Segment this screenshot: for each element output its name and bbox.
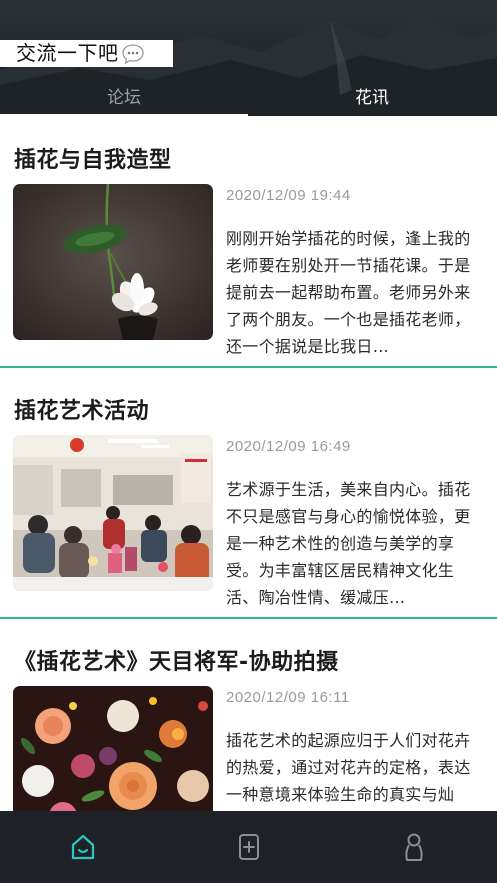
home-icon[interactable] bbox=[70, 833, 96, 861]
article-thumbnail[interactable] bbox=[13, 435, 213, 591]
title-box: 交流一下吧 bbox=[0, 40, 173, 67]
tab-forum[interactable]: 论坛 bbox=[0, 82, 248, 116]
article-date: 2020/12/09 16:49 bbox=[226, 438, 351, 455]
bottom-navigation bbox=[0, 811, 497, 883]
header: 交流一下吧 论坛 花讯 bbox=[0, 0, 497, 116]
profile-icon[interactable] bbox=[403, 832, 425, 862]
article-thumbnail[interactable] bbox=[13, 184, 213, 340]
divider bbox=[0, 617, 497, 619]
article-excerpt: 刚刚开始学插花的时候，逢上我的老师要在别处开一节插花课。于是提前去一起帮助布置。… bbox=[226, 229, 471, 356]
article-excerpt: 艺术源于生活，美来自内心。插花不只是感官与身心的愉悦体验，更是一种艺术性的创造与… bbox=[226, 480, 471, 607]
tab-bar: 论坛 花讯 bbox=[0, 82, 497, 116]
article-excerpt: 插花艺术的起源应归于人们对花卉的热爱，通过对花卉的定格，表达一种意境来体验生命的… bbox=[226, 731, 471, 804]
article-title[interactable]: 插花艺术活动 bbox=[14, 393, 149, 425]
article-title[interactable]: 插花与自我造型 bbox=[14, 142, 172, 174]
article-date: 2020/12/09 16:11 bbox=[226, 689, 350, 706]
divider bbox=[0, 366, 497, 368]
tab-flower-news[interactable]: 花讯 bbox=[248, 82, 496, 116]
nav-home[interactable] bbox=[0, 811, 166, 883]
add-post-icon[interactable] bbox=[238, 833, 260, 861]
chat-bubble-icon bbox=[121, 43, 144, 64]
article-date: 2020/12/09 19:44 bbox=[226, 187, 351, 204]
article-title[interactable]: 《插花艺术》天目将军-协助拍摄 bbox=[14, 644, 339, 676]
nav-add-post[interactable] bbox=[166, 811, 332, 883]
page-title: 交流一下吧 bbox=[16, 41, 119, 65]
nav-profile[interactable] bbox=[331, 811, 497, 883]
